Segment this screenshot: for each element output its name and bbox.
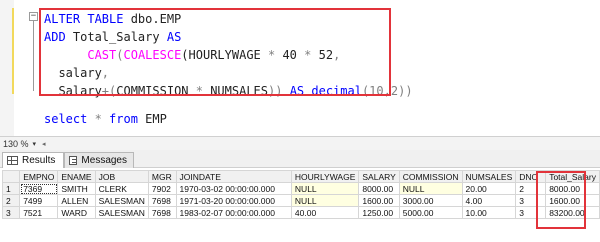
table-cell-null[interactable]: NULL [398,182,463,195]
operator: * [87,112,110,126]
table-cell[interactable]: 7521 [19,206,59,219]
column-header-numsales[interactable]: NUMSALES [461,170,517,183]
column-header-mgr[interactable]: MGR [147,170,177,183]
column-header-hourlywage[interactable]: HOURLYWAGE [290,170,360,183]
zoom-level[interactable]: 130 % [3,139,29,149]
scroll-left-icon[interactable]: ◂ [42,140,46,148]
results-tabs: Results Messages [0,150,600,168]
table-cell[interactable]: 7902 [147,182,177,195]
row-number[interactable]: 2 [1,194,21,207]
outline-line [33,21,34,91]
table-row[interactable]: 3 7521 WARD SALESMAN 7698 1983-02-07 00:… [1,206,600,219]
table-cell[interactable]: ALLEN [57,194,96,207]
chevron-down-icon[interactable]: ▾ [33,140,37,148]
tab-results-label: Results [22,155,56,166]
column-header-salary[interactable]: SALARY [358,170,400,183]
column-header-corner[interactable] [1,170,21,183]
code-line-select: select * from EMP [44,112,167,126]
table-cell[interactable]: 1970-03-02 00:00:00.000 [175,182,292,195]
table-cell[interactable]: 7698 [147,206,177,219]
tab-results[interactable]: Results [2,152,64,168]
messages-icon [69,156,78,165]
table-cell-null[interactable]: NULL [290,182,360,195]
table-cell[interactable]: 7499 [19,194,59,207]
table-cell[interactable]: CLERK [94,182,149,195]
table-cell[interactable]: 4.00 [461,194,517,207]
row-number[interactable]: 1 [1,182,21,195]
table-cell[interactable]: 7698 [147,194,177,207]
query-editor[interactable]: − ALTER TABLE dbo.EMP ADD Total_Salary A… [0,0,600,136]
table-cell[interactable]: 1600.00 [358,194,400,207]
highlight-box-total-salary [536,171,586,229]
table-cell-null[interactable]: NULL [290,194,360,207]
table-cell[interactable]: 3000.00 [398,194,463,207]
table-cell[interactable]: 5000.00 [398,206,463,219]
results-grid[interactable]: EMPNO ENAME JOB MGR JOINDATE HOURLYWAGE … [1,170,600,219]
keyword: select [44,112,88,126]
table-cell[interactable]: 1983-02-07 00:00:00.000 [175,206,292,219]
identifier: EMP [137,112,167,126]
table-row[interactable]: 2 7499 ALLEN SALESMAN 7698 1971-03-20 00… [1,194,600,207]
table-cell[interactable]: 10.00 [461,206,517,219]
table-cell[interactable]: 8000.00 [358,182,400,195]
change-tracking-bar [12,8,14,94]
table-row[interactable]: 1 7369 SMITH CLERK 7902 1970-03-02 00:00… [1,182,600,195]
table-cell[interactable]: SMITH [57,182,96,195]
operator: 2)) [390,84,413,98]
keyword: from [109,112,138,126]
table-cell[interactable]: 20.00 [461,182,517,195]
tab-messages[interactable]: Messages [64,152,134,168]
table-cell[interactable]: 40.00 [290,206,360,219]
row-number[interactable]: 3 [1,206,21,219]
header-row: EMPNO ENAME JOB MGR JOINDATE HOURLYWAGE … [1,170,600,183]
table-cell[interactable]: 7369 [19,182,59,195]
tab-messages-label: Messages [81,155,127,166]
highlight-box-alter [39,8,391,96]
column-header-job[interactable]: JOB [94,170,149,183]
column-header-ename[interactable]: ENAME [57,170,96,183]
table-cell[interactable]: WARD [57,206,96,219]
zoom-bar: 130 % ▾ ◂ [0,136,600,150]
table-cell[interactable]: SALESMAN [94,194,149,207]
column-header-commission[interactable]: COMMISSION [398,170,463,183]
column-header-empno[interactable]: EMPNO [19,170,59,183]
table-cell[interactable]: 1971-03-20 00:00:00.000 [175,194,292,207]
table-cell[interactable]: 1250.00 [358,206,400,219]
column-header-joindate[interactable]: JOINDATE [175,170,292,183]
table-cell[interactable]: SALESMAN [94,206,149,219]
grid-icon [7,156,18,165]
collapse-toggle-icon[interactable]: − [29,12,38,21]
